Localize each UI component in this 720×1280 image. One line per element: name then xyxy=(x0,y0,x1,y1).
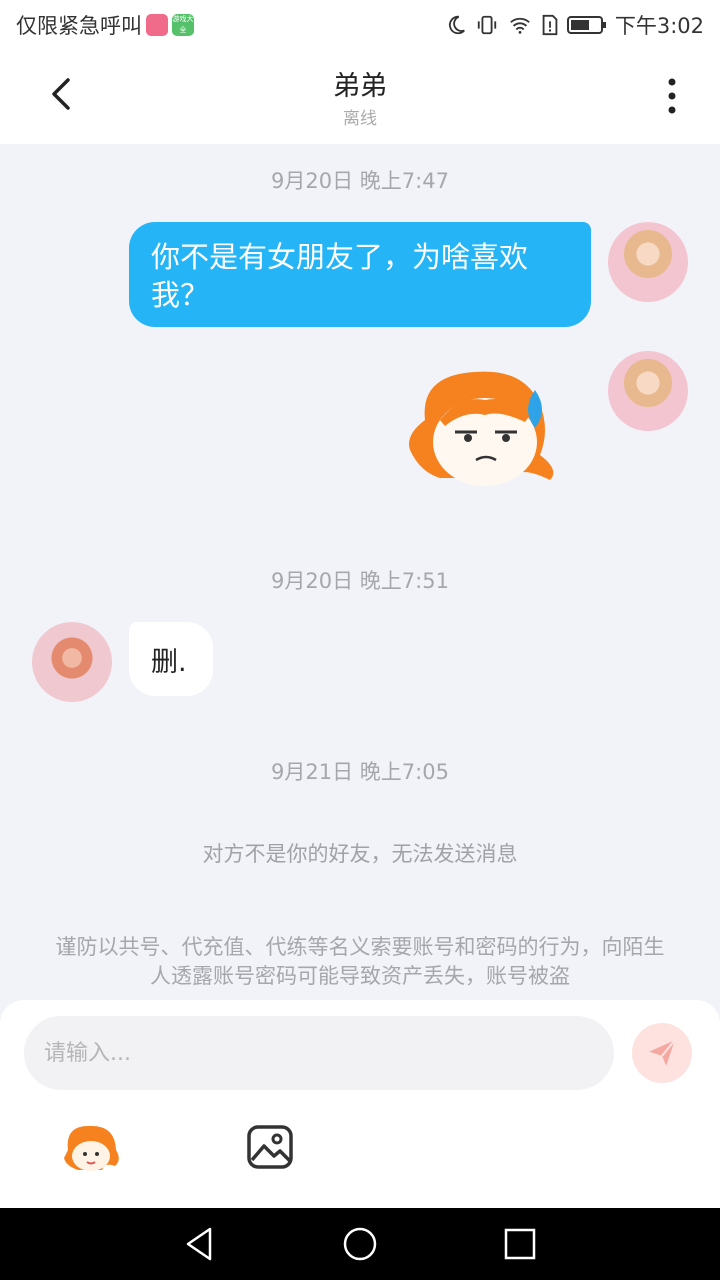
sweat-face-sticker[interactable] xyxy=(400,360,570,495)
security-warning: 谨防以共号、代充值、代练等名义索要账号和密码的行为，向陌生人透露账号密码可能导致… xyxy=(55,935,665,988)
image-button-icon[interactable] xyxy=(246,1124,294,1170)
system-nav-bar xyxy=(0,1208,720,1280)
home-circle-icon[interactable] xyxy=(340,1224,380,1264)
battery-icon xyxy=(566,16,606,34)
send-button[interactable] xyxy=(632,1023,692,1083)
contact-name: 弟弟 xyxy=(333,71,387,102)
my-avatar[interactable] xyxy=(608,351,688,431)
sticker-button-icon[interactable] xyxy=(60,1120,122,1176)
chat-header: 弟弟 离线 xyxy=(0,50,720,144)
my-avatar[interactable] xyxy=(608,222,688,302)
vibrate-icon xyxy=(477,15,496,35)
recents-square-icon[interactable] xyxy=(500,1224,540,1264)
message-timestamp: 9月20日 晚上7:51 xyxy=(271,569,449,593)
not-friend-notice: 对方不是你的好友，无法发送消息 xyxy=(202,842,518,866)
sent-message-bubble[interactable]: 你不是有女朋友了，为啥喜欢我？ xyxy=(129,222,591,327)
contact-avatar[interactable] xyxy=(32,622,112,702)
received-message-bubble[interactable]: 删. xyxy=(129,622,213,696)
app-notification-icon xyxy=(146,14,168,36)
message-input[interactable] xyxy=(24,1016,614,1090)
back-triangle-icon[interactable] xyxy=(180,1224,220,1264)
message-timestamp: 9月21日 晚上7:05 xyxy=(271,760,449,784)
clock: 下午3:02 xyxy=(614,14,704,38)
status-bar: 仅限紧急呼叫 游戏大全 下午3:02 xyxy=(0,0,720,50)
wifi-icon xyxy=(510,17,530,34)
input-panel xyxy=(0,1000,720,1208)
no-sim-icon xyxy=(542,14,558,36)
online-status: 离线 xyxy=(343,109,377,129)
carrier-text: 仅限紧急呼叫 xyxy=(16,14,142,38)
more-options-icon[interactable] xyxy=(652,74,692,118)
paper-plane-icon xyxy=(649,1039,676,1066)
game-center-icon: 游戏大全 xyxy=(172,14,194,36)
message-timestamp: 9月20日 晚上7:47 xyxy=(271,169,449,193)
moon-icon xyxy=(448,15,465,35)
